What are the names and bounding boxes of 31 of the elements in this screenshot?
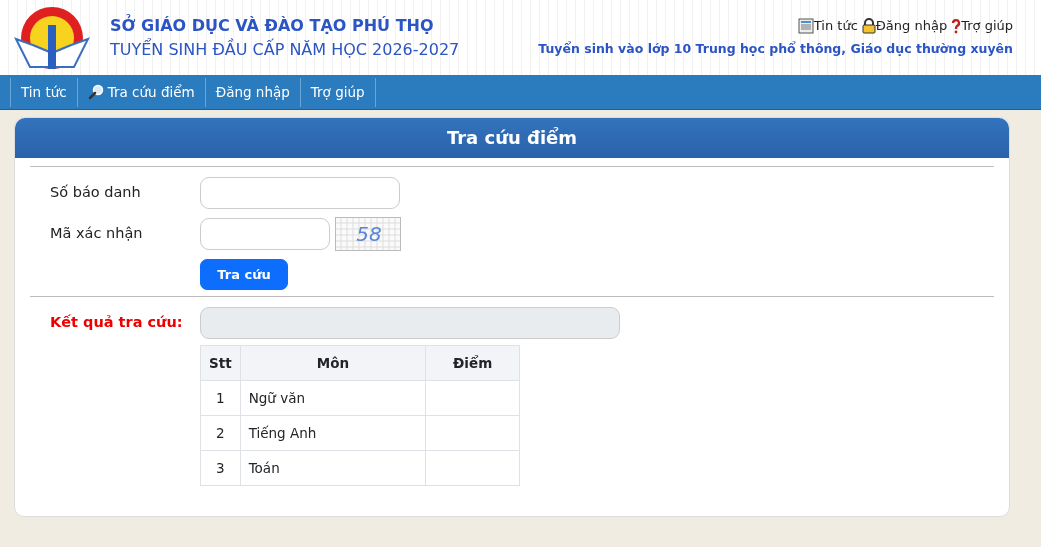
top-link[interactable]: Đăng nhập <box>861 16 948 36</box>
panel-header: Tra cứu điểm <box>15 118 1009 158</box>
table-cell: 1 <box>200 380 241 416</box>
captcha-image: 58 <box>335 217 401 251</box>
table-cell: 3 <box>200 450 241 486</box>
captcha-field[interactable] <box>200 218 330 250</box>
nav-link[interactable]: Trợ giúp <box>299 77 376 107</box>
column-header: Điểm <box>425 345 520 381</box>
nav-link[interactable]: Tra cứu điểm <box>76 77 205 107</box>
result-label: Kết quả tra cứu: <box>49 313 184 333</box>
top-link[interactable]: Tin tức <box>797 16 858 36</box>
table-cell: Ngữ văn <box>240 380 426 416</box>
column-header: Môn <box>240 345 426 381</box>
input-field[interactable] <box>200 177 400 209</box>
news-icon <box>797 18 814 35</box>
field-label: Số báo danh <box>49 183 142 203</box>
nav-link[interactable]: Tin tức <box>10 77 77 107</box>
nav-link[interactable]: Đăng nhập <box>204 77 300 107</box>
table-cell: Toán <box>240 450 426 486</box>
site-subtitle: TUYỂN SINH ĐẦU CẤP NĂM HỌC 2026-2027 <box>110 37 460 61</box>
column-header: Stt <box>200 345 241 381</box>
search-icon <box>87 84 104 100</box>
search-button[interactable]: Tra cứu <box>200 259 288 290</box>
table-cell: 2 <box>200 415 241 451</box>
site-title: SỞ GIÁO DỤC VÀ ĐÀO TẠO PHÚ THỌ <box>110 13 435 37</box>
help-icon <box>951 18 962 35</box>
field-label: Mã xác nhận <box>49 224 144 244</box>
lock-icon <box>861 18 876 35</box>
top-link[interactable]: Trợ giúp <box>951 16 1013 36</box>
tagline: Tuyển sinh vào lớp 10 Trung học phổ thông, Giáo dục thường xuyên <box>538 39 1013 58</box>
table-cell: Tiếng Anh <box>240 415 426 451</box>
